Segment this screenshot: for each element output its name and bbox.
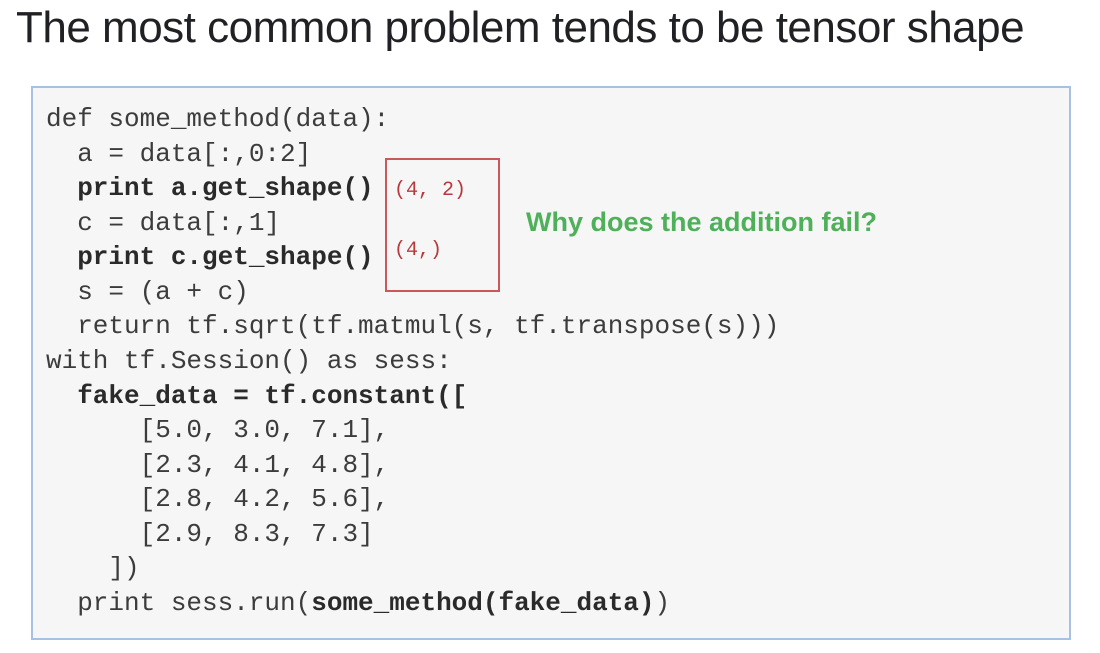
code-line-10: [5.0, 3.0, 7.1], [46,415,390,445]
shape-annotation-c: (4,) [394,239,443,262]
shape-annotation-a: (4, 2) [394,179,467,202]
code-line-3: print a.get_shape() [46,173,374,203]
slide-title: The most common problem tends to be tens… [16,3,1025,52]
code-line-11: [2.3, 4.1, 4.8], [46,450,390,480]
code-line-15-prefix: print sess.run( [46,588,312,618]
code-line-4: c = data[:,1] [46,208,281,238]
code-line-8: with tf.Session() as sess: [46,346,452,376]
code-line-5: print c.get_shape() [46,242,374,272]
code-line-7: return tf.sqrt(tf.matmul(s, tf.transpose… [46,311,780,341]
code-line-15-call: some_method(fake_data) [311,588,655,618]
code-line-9: fake_data = tf.constant([ [46,381,468,411]
code-line-15-suffix: ) [654,588,671,618]
code-line-13: [2.9, 8.3, 7.3] [46,519,374,549]
code-line-2: a = data[:,0:2] [46,139,312,169]
code-line-1: def some_method(data): [46,104,390,134]
code-line-14: ]) [46,553,140,583]
code-line-15: print sess.run(some_method(fake_data)) [46,586,670,620]
code-line-6: s = (a + c) [46,277,249,307]
question-callout: Why does the addition fail? [526,207,877,237]
code-line-12: [2.8, 4.2, 5.6], [46,484,390,514]
slide: The most common problem tends to be tens… [0,0,1100,653]
